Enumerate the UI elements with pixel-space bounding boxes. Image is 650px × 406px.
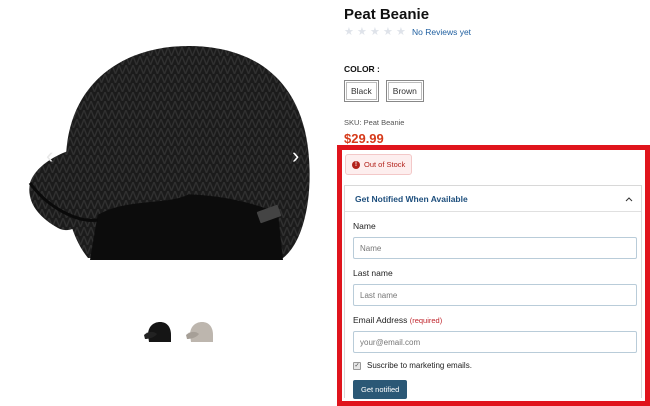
color-options: Black Brown — [344, 80, 424, 102]
prev-image-arrow[interactable]: ‹ — [46, 145, 53, 167]
stock-status-text: Out of Stock — [364, 160, 406, 169]
required-marker: (required) — [409, 316, 443, 325]
email-label: Email Address (required) — [353, 315, 635, 325]
email-input[interactable] — [353, 331, 637, 353]
chevron-up-icon — [625, 196, 633, 201]
beanie-image — [28, 46, 310, 260]
color-label: COLOR : — [344, 64, 380, 74]
notify-form: Name Last name Email Address (required) … — [345, 221, 641, 399]
thumbnail-strip — [142, 320, 216, 346]
marketing-label: Suscribe to marketing emails. — [367, 361, 472, 370]
price: $29.99 — [344, 131, 384, 146]
get-notified-button[interactable]: Get notified — [353, 380, 408, 399]
thumbnail-brown[interactable] — [184, 320, 216, 346]
color-option-brown[interactable]: Brown — [385, 80, 424, 102]
next-image-arrow[interactable]: › — [292, 145, 299, 167]
name-label: Name — [353, 221, 376, 231]
last-name-label: Last name — [353, 268, 393, 278]
reviews-link[interactable]: No Reviews yet — [412, 27, 471, 37]
notify-accordion-header[interactable]: Get Notified When Available — [345, 186, 641, 212]
notify-title: Get Notified When Available — [355, 193, 468, 204]
alert-icon: ! — [352, 160, 360, 169]
star-icon: ★ — [383, 26, 393, 38]
sku-label: SKU: Peat Beanie — [344, 118, 405, 127]
email-label-text: Email Address — [353, 315, 408, 325]
name-input[interactable] — [353, 237, 637, 259]
star-icon: ★ — [344, 26, 354, 38]
marketing-opt-in: ✓ Suscribe to marketing emails. — [353, 361, 635, 370]
out-of-stock-badge: ! Out of Stock — [345, 154, 413, 175]
product-title: Peat Beanie — [344, 6, 430, 23]
notify-form-box: Get Notified When Available Name Last na… — [344, 185, 642, 399]
star-icon: ★ — [370, 26, 380, 38]
thumbnail-black[interactable] — [142, 320, 174, 346]
back-in-stock-panel: ! Out of Stock Get Notified When Availab… — [344, 152, 642, 399]
color-option-black[interactable]: Black — [344, 80, 379, 102]
marketing-checkbox[interactable]: ✓ — [353, 361, 361, 370]
product-gallery: ‹ › — [0, 0, 340, 406]
last-name-input[interactable] — [353, 284, 637, 306]
star-icon: ★ — [396, 26, 406, 38]
star-icon: ★ — [357, 26, 367, 38]
rating: ★ ★ ★ ★ ★ No Reviews yet — [344, 26, 471, 38]
